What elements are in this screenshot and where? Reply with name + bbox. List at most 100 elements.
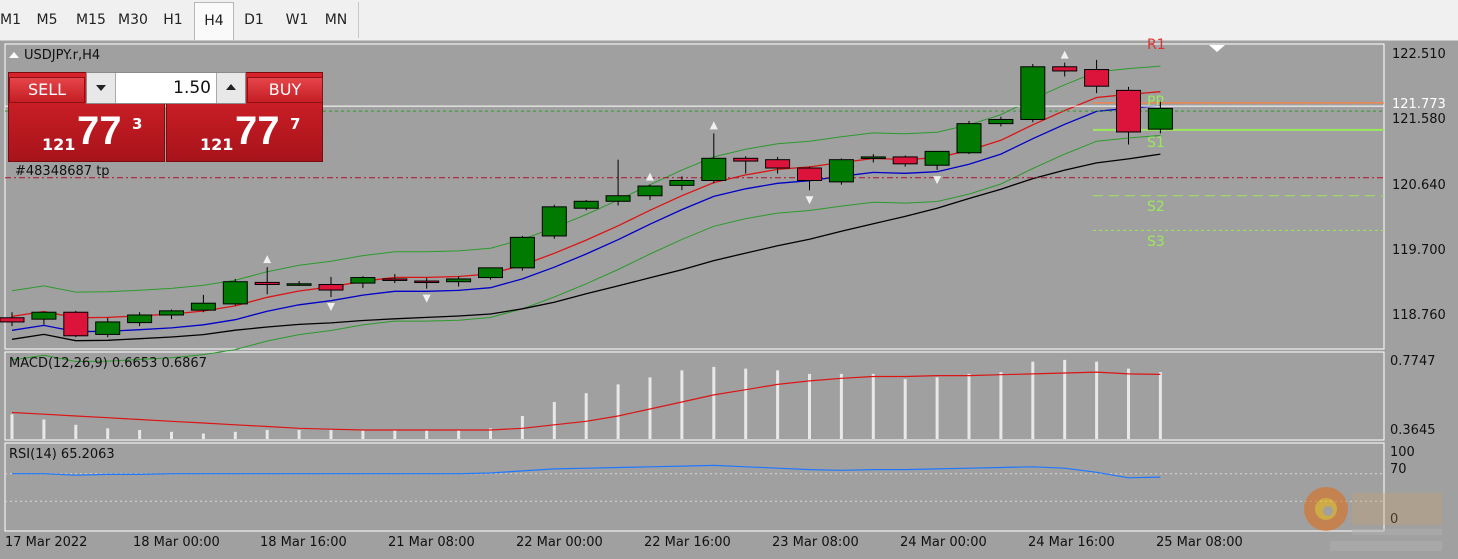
rsi-axis-70: 70: [1390, 462, 1407, 477]
pivot-pp-label: PP: [1147, 94, 1164, 110]
candle-body: [0, 317, 25, 323]
candle-body: [1020, 66, 1046, 120]
volume-input[interactable]: 1.50: [117, 73, 211, 103]
candle-body: [222, 281, 248, 305]
fractal-arrow-down-icon: [422, 294, 431, 303]
candle-body: [286, 283, 312, 286]
candle-body: [478, 267, 503, 279]
time-axis-label: 25 Mar 08:00: [1156, 535, 1243, 550]
sell-price-big: 121: [42, 135, 76, 154]
time-axis-label: 18 Mar 16:00: [260, 535, 347, 550]
price-axis-label: 120.640: [1392, 178, 1446, 193]
volume-decrease-button[interactable]: [87, 73, 116, 103]
fractal-arrow-up-icon: [709, 121, 718, 130]
candle-body: [1084, 69, 1110, 87]
price-axis-label: 122.510: [1392, 47, 1446, 62]
candle-body: [1147, 107, 1173, 130]
time-axis-label: 18 Mar 00:00: [133, 535, 220, 550]
price-axis-label: 118.760: [1392, 308, 1446, 323]
candle-body: [63, 311, 89, 337]
time-axis-label: 21 Mar 08:00: [388, 535, 475, 550]
rsi-label: RSI(14) 65.2063: [9, 447, 115, 462]
fractal-arrow-down-icon: [327, 302, 335, 311]
timeframe-d1-button[interactable]: D1: [238, 2, 270, 38]
symbol-title: USDJPY.r,H4: [24, 48, 101, 63]
volume-stepper[interactable]: 1.50: [86, 72, 246, 104]
chart-shift-marker-icon: [1209, 45, 1225, 52]
candle-body: [541, 206, 567, 237]
candle-body: [828, 159, 854, 183]
timeframe-w1-button[interactable]: W1: [280, 2, 314, 38]
timeframe-toolbar: M1 M5 M15 M30 H1 H4 D1 W1 MN: [0, 0, 1458, 41]
rsi-panel-frame: [4, 442, 1385, 532]
buy-label: BUY: [247, 77, 323, 103]
candle-body: [446, 278, 472, 283]
timeframe-mn-button[interactable]: MN: [318, 2, 354, 38]
timeframe-h1-button[interactable]: H1: [158, 2, 188, 38]
macd-axis-bottom: 0.3645: [1390, 423, 1436, 438]
time-axis-label: 22 Mar 00:00: [516, 535, 603, 550]
timeframe-m5-button[interactable]: M5: [30, 2, 64, 38]
time-axis-label: 24 Mar 16:00: [1028, 535, 1115, 550]
pivot-s1-label: S1: [1147, 135, 1165, 151]
candle-body: [127, 314, 153, 324]
pivot-r1-label: R1: [1147, 37, 1166, 53]
candle-body: [765, 159, 791, 169]
pivot-s2-label: S2: [1147, 199, 1165, 215]
buy-price-pips: 77: [235, 109, 280, 153]
candle-body: [733, 157, 759, 162]
fractal-arrow-down-icon: [805, 196, 814, 205]
candle-body: [1052, 66, 1078, 72]
sell-price-pips: 77: [77, 109, 122, 153]
collapse-arrow-icon[interactable]: [9, 52, 19, 58]
candle-body: [159, 310, 184, 316]
lower-outer-band-line: [11, 134, 1161, 363]
current-price-label: 121.773: [1392, 97, 1446, 112]
fractal-arrow-up-icon: [646, 172, 654, 181]
rsi-line: [12, 464, 1161, 479]
candle-body: [669, 179, 695, 186]
buy-price-big: 121: [200, 135, 234, 154]
candle-body: [190, 302, 216, 311]
time-axis-label: 17 Mar 2022: [5, 535, 88, 550]
candle-body: [956, 123, 982, 154]
chart-window[interactable]: USDJPY.r,H4 SELL 121 77 3 BUY 121 77 7 1…: [0, 37, 1458, 559]
volume-increase-button[interactable]: [216, 73, 245, 103]
sell-price-frac: 3: [132, 115, 143, 133]
time-axis-label: 23 Mar 08:00: [772, 535, 859, 550]
timeframe-h4-button[interactable]: H4: [194, 2, 234, 40]
candle-body: [924, 150, 950, 166]
toolbar-divider: [358, 2, 359, 38]
timeframe-m15-button[interactable]: M15: [72, 2, 110, 38]
candle-body: [637, 185, 663, 197]
candle-body: [1116, 89, 1141, 133]
buy-price-frac: 7: [290, 115, 301, 133]
candle-body: [797, 167, 822, 181]
rsi-axis-100: 100: [1390, 445, 1415, 460]
candle-body: [31, 311, 57, 320]
price-axis-label: 119.700: [1392, 243, 1446, 258]
time-axis-label: 24 Mar 00:00: [900, 535, 987, 550]
one-click-trading-panel: SELL 121 77 3 BUY 121 77 7 1.50: [8, 72, 324, 162]
candle-body: [573, 200, 599, 209]
candle-body: [318, 283, 344, 291]
macd-axis-top: 0.7747: [1390, 354, 1436, 369]
candle-body: [414, 280, 440, 284]
candle-body: [892, 156, 918, 165]
timeframe-m30-button[interactable]: M30: [112, 2, 154, 38]
candle-body: [254, 281, 280, 285]
candle-body: [860, 156, 886, 159]
candle-body: [350, 277, 376, 284]
timeframe-m1-button[interactable]: M1: [0, 2, 21, 38]
watermark-logo-icon: [1304, 487, 1442, 551]
candle-body: [509, 236, 535, 269]
macd-panel-frame: [4, 351, 1385, 441]
candle-body: [95, 321, 121, 335]
candle-body: [701, 157, 727, 181]
sell-label: SELL: [9, 77, 85, 103]
macd-label: MACD(12,26,9) 0.6653 0.6867: [9, 356, 207, 371]
candle-body: [605, 195, 631, 202]
fractal-arrow-down-icon: [933, 176, 942, 185]
candle-body: [382, 278, 408, 281]
pivot-s3-label: S3: [1147, 234, 1165, 250]
